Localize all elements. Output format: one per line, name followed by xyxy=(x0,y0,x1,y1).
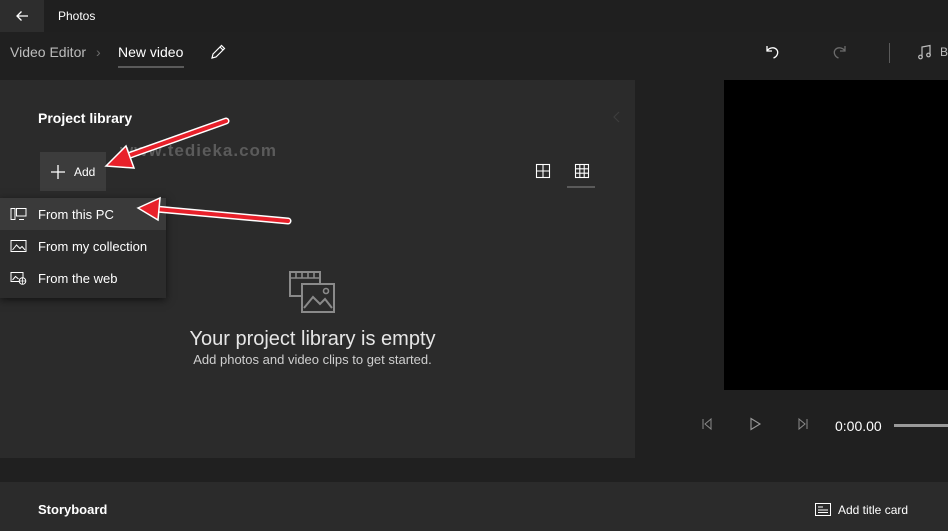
menu-item-from-the-web[interactable]: From the web xyxy=(0,262,166,294)
app-title: Photos xyxy=(58,9,96,23)
music-note-icon[interactable] xyxy=(916,43,934,61)
menu-item-label: From the web xyxy=(38,270,118,286)
breadcrumb-separator: › xyxy=(96,44,101,60)
play-icon[interactable] xyxy=(748,417,762,431)
next-frame-icon[interactable] xyxy=(796,417,810,431)
breadcrumb-underline xyxy=(118,66,184,68)
menu-item-from-this-pc[interactable]: From this PC xyxy=(0,198,166,230)
add-dropdown-menu: From this PC From my collection From the… xyxy=(0,198,166,298)
title-bar xyxy=(0,0,948,32)
plus-icon xyxy=(51,164,65,179)
add-title-card-button[interactable]: Add title card xyxy=(838,503,908,517)
back-button[interactable] xyxy=(0,0,44,32)
menu-item-from-my-collection[interactable]: From my collection xyxy=(0,230,166,262)
empty-library-title: Your project library is empty xyxy=(189,328,436,350)
undo-icon[interactable] xyxy=(762,42,782,62)
title-card-icon[interactable] xyxy=(815,503,831,516)
web-icon xyxy=(10,272,27,285)
storyboard-panel xyxy=(0,482,948,531)
small-grid-view-icon[interactable] xyxy=(572,161,592,181)
back-arrow-icon xyxy=(16,11,28,21)
menu-item-label: From my collection xyxy=(38,238,148,254)
background-music-label[interactable]: B xyxy=(940,45,948,59)
pencil-icon[interactable] xyxy=(208,42,228,62)
video-preview xyxy=(724,80,948,390)
redo-icon[interactable] xyxy=(830,42,850,62)
menu-item-label: From this PC xyxy=(38,206,114,222)
view-selected-indicator xyxy=(567,186,595,188)
breadcrumb-current-project: New video xyxy=(118,44,184,60)
chevron-left-icon[interactable] xyxy=(610,110,624,124)
large-grid-view-icon[interactable] xyxy=(533,161,553,181)
project-library-title: Project library xyxy=(38,110,133,126)
watermark: www.tedieka.com xyxy=(120,141,278,160)
playback-time: 0:00.00 xyxy=(835,418,882,434)
storyboard-title: Storyboard xyxy=(38,502,108,517)
header-divider xyxy=(889,43,890,63)
breadcrumb-video-editor[interactable]: Video Editor xyxy=(10,44,86,60)
previous-frame-icon[interactable] xyxy=(700,417,714,431)
pc-icon xyxy=(10,208,27,220)
playback-scrubber[interactable] xyxy=(894,424,948,427)
photo-video-icon xyxy=(289,271,335,313)
add-button-label: Add xyxy=(74,164,96,179)
collection-icon xyxy=(10,240,27,252)
add-button[interactable]: Add xyxy=(40,152,106,191)
empty-library-subtitle: Add photos and video clips to get starte… xyxy=(193,352,432,367)
